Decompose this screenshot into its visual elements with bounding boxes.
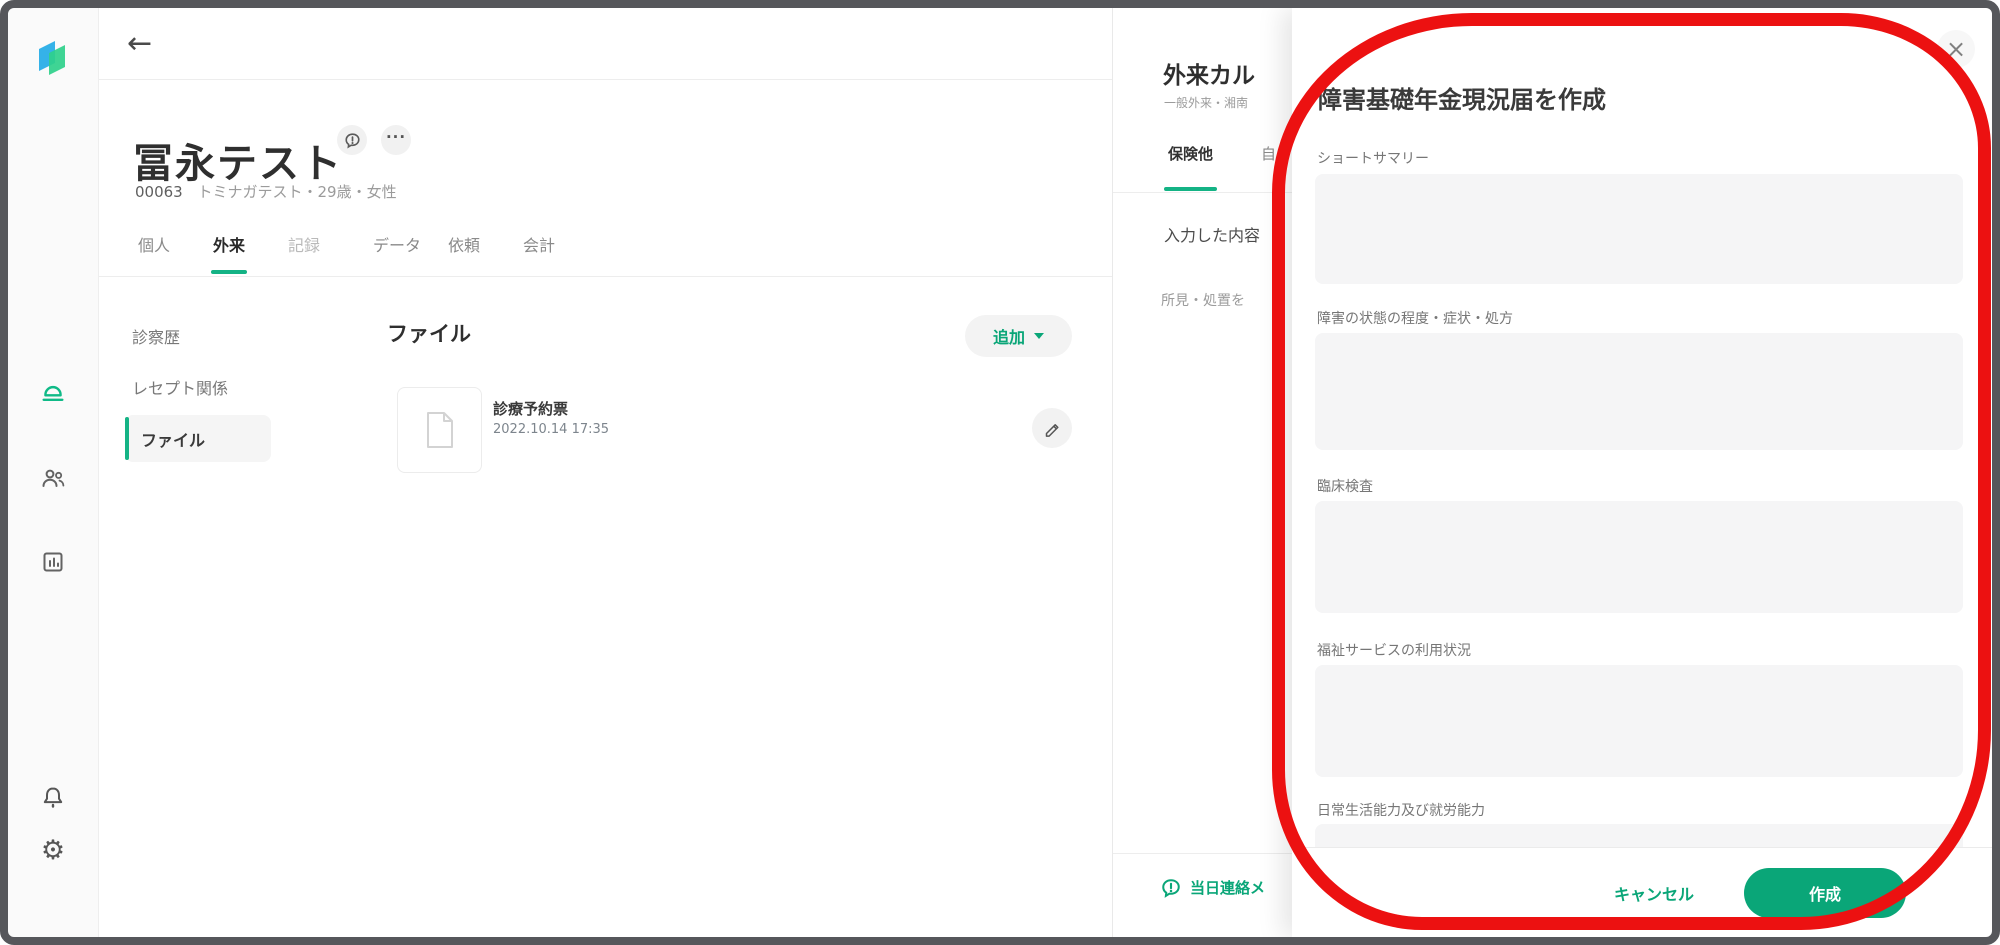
- sidebar-item-stats[interactable]: [31, 540, 75, 584]
- patient-page: ← 冨永テスト ··· 00063 トミナガテスト・29歳・女性 個人 外来 記…: [99, 8, 1112, 937]
- file-timestamp: 2022.10.14 17:35: [493, 422, 610, 437]
- patients-icon: [42, 469, 65, 487]
- reception-bell-icon: [42, 386, 64, 401]
- divider: [99, 276, 1112, 277]
- sidebar-item-patients[interactable]: [31, 456, 75, 500]
- encounter-entered-content: 入力した内容: [1164, 226, 1261, 245]
- encounter-active-tab-underline: [1164, 187, 1218, 191]
- cancel-button[interactable]: キャンセル: [1608, 880, 1700, 906]
- patient-id: 00063: [135, 183, 183, 201]
- modal-title: 障害基礎年金現況届を作成: [1318, 85, 1606, 114]
- same-day-contact-link[interactable]: 当日連絡メ: [1161, 877, 1265, 898]
- add-file-button[interactable]: 追加: [965, 315, 1072, 357]
- edit-file-button[interactable]: [1032, 408, 1072, 448]
- divider: [99, 79, 1112, 80]
- back-button[interactable]: ←: [127, 26, 152, 61]
- tab-records[interactable]: 記録: [288, 232, 320, 256]
- encounter-tab-self[interactable]: 自: [1261, 143, 1276, 164]
- bar-chart-icon: [43, 552, 63, 572]
- create-button[interactable]: 作成: [1744, 867, 1906, 918]
- field-label-short-summary: ショートサマリー: [1317, 151, 1429, 167]
- files-heading: ファイル: [387, 322, 471, 346]
- chat-alert-icon: [344, 132, 360, 149]
- subnav-item-consultations[interactable]: 診察歴: [132, 324, 272, 348]
- create-report-modal: 障害基礎年金現況届を作成 × ショートサマリー 障害の状態の程度・症状・処方 臨…: [1292, 8, 1992, 937]
- field-label-daily-living: 日常生活能力及び就労能力: [1317, 803, 1485, 819]
- logo-icon: [39, 41, 65, 75]
- patient-meta: 00063 トミナガテスト・29歳・女性: [135, 181, 397, 202]
- tab-personal[interactable]: 個人: [138, 232, 170, 256]
- subnav-item-files[interactable]: ファイル: [125, 415, 271, 462]
- subnav-item-receipts[interactable]: レセプト関係: [132, 375, 272, 399]
- active-tab-underline: [211, 270, 248, 274]
- textarea-welfare-services[interactable]: [1315, 665, 1963, 777]
- file-name: 診療予約票: [493, 400, 569, 418]
- tab-data[interactable]: データ: [373, 232, 421, 256]
- app-logo: [31, 36, 75, 80]
- tab-outpatient[interactable]: 外来: [211, 232, 248, 274]
- sidebar-item-settings[interactable]: ⚙: [31, 828, 75, 872]
- close-icon[interactable]: ×: [1937, 30, 1975, 68]
- file-thumbnail[interactable]: [397, 387, 482, 473]
- textarea-disability-status[interactable]: [1315, 333, 1963, 450]
- pencil-icon: [1045, 424, 1059, 437]
- encounter-title: 外来カル: [1163, 63, 1255, 89]
- tab-outpatient-label: 外来: [213, 236, 246, 255]
- textarea-short-summary[interactable]: [1315, 174, 1963, 284]
- sidebar: ⚙: [8, 8, 99, 937]
- encounter-subtitle: 一般外来・湘南: [1164, 96, 1249, 110]
- add-file-label: 追加: [992, 330, 1025, 347]
- patient-more-button[interactable]: ···: [381, 125, 411, 155]
- subnav-item-files-label: ファイル: [141, 430, 206, 450]
- field-label-welfare-services: 福祉サービスの利用状況: [1317, 643, 1471, 659]
- field-label-clinical-tests: 臨床検査: [1317, 479, 1373, 495]
- patient-summary: トミナガテスト・29歳・女性: [197, 183, 397, 201]
- gear-icon: ⚙: [40, 834, 66, 866]
- sidebar-item-notifications[interactable]: [31, 776, 75, 820]
- same-day-contact-label: 当日連絡メ: [1190, 879, 1266, 897]
- tab-requests[interactable]: 依頼: [448, 232, 480, 256]
- textarea-clinical-tests[interactable]: [1315, 501, 1963, 613]
- document-icon: [426, 412, 453, 448]
- modal-footer: キャンセル 作成: [1292, 847, 1992, 937]
- tab-billing[interactable]: 会計: [523, 232, 555, 256]
- field-label-disability-status: 障害の状態の程度・症状・処方: [1317, 311, 1513, 327]
- chevron-down-icon: [1034, 333, 1044, 339]
- chat-alert-icon-green: [1162, 878, 1180, 898]
- encounter-hint-text: 所見・処置を: [1161, 293, 1245, 309]
- encounter-tab-insurance-label: 保険他: [1168, 145, 1214, 163]
- encounter-tab-insurance[interactable]: 保険他: [1164, 143, 1218, 191]
- bell-icon: [43, 787, 63, 808]
- sidebar-item-reception[interactable]: [31, 370, 75, 414]
- patient-alert-button[interactable]: [337, 125, 367, 155]
- app-window: ⚙ ← 冨永テスト ··· 00063 トミナガテスト・29歳・女性 個人 外来…: [0, 0, 2000, 945]
- selected-indicator: [125, 417, 129, 460]
